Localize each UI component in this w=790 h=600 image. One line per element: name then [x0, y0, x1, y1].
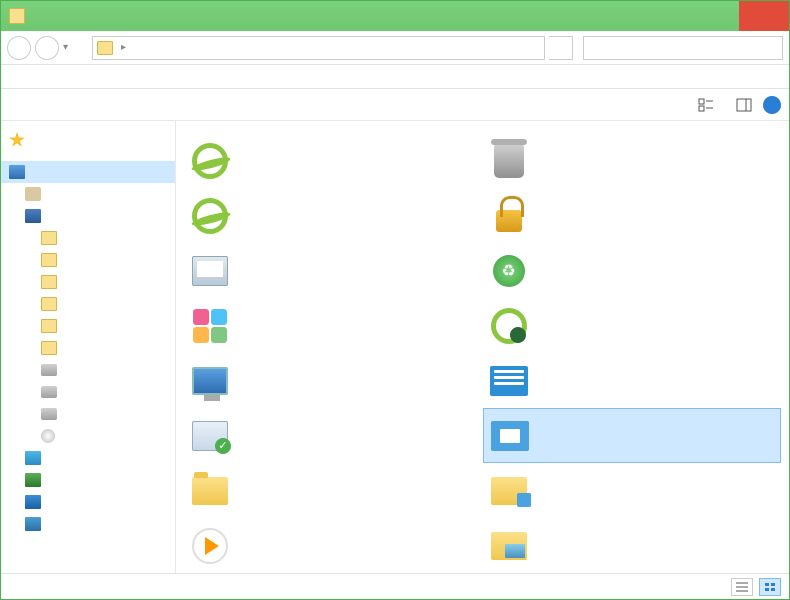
folder-icon — [41, 319, 57, 333]
control-panel-icon — [489, 361, 529, 401]
library-icon — [25, 451, 41, 465]
tree-this-pc[interactable] — [1, 205, 175, 227]
folder-icon — [41, 275, 57, 289]
tree-desktop[interactable] — [1, 161, 175, 183]
pc-icon — [25, 209, 41, 223]
window-controls — [649, 1, 789, 31]
help-button[interactable] — [763, 96, 781, 114]
view-large-icons-button[interactable] — [759, 578, 781, 596]
explorer-icon — [489, 471, 529, 511]
defaults-icon — [190, 416, 230, 456]
tree-desktop-folder[interactable] — [1, 337, 175, 359]
maximize-button[interactable] — [694, 1, 739, 31]
breadcrumb-separator: ▸ — [121, 42, 126, 53]
back-button[interactable] — [7, 36, 31, 60]
tree-libraries[interactable] — [1, 447, 175, 469]
item-pictures[interactable] — [483, 518, 782, 573]
view-options-button[interactable] — [697, 96, 715, 114]
folder-icon — [190, 471, 230, 511]
item-repair-360[interactable] — [184, 188, 483, 243]
star-icon — [9, 132, 25, 148]
window-icon — [9, 8, 25, 24]
colors-icon — [190, 306, 230, 346]
ie-green-icon — [190, 196, 230, 236]
tree-drive-e[interactable] — [1, 403, 175, 425]
pc-icon — [190, 361, 230, 401]
folder-icon — [41, 297, 57, 311]
tree-pictures[interactable] — [1, 249, 175, 271]
item-360-incognito[interactable] — [483, 298, 782, 353]
ie-incognito-icon — [489, 306, 529, 346]
item-wmp[interactable] — [184, 518, 483, 573]
tree-recycle-bin[interactable] — [1, 513, 175, 535]
tree-drive-d[interactable] — [1, 381, 175, 403]
desktop-icon — [9, 165, 25, 179]
view-details-button[interactable] — [731, 578, 753, 596]
folder-icon — [41, 253, 57, 267]
organize-button[interactable] — [9, 103, 25, 107]
item-uninstall[interactable] — [483, 133, 782, 188]
refresh-button[interactable] — [549, 36, 573, 60]
search-input[interactable] — [590, 41, 776, 55]
ie-green-icon — [190, 141, 230, 181]
command-bar — [1, 89, 789, 121]
tree-control-panel[interactable] — [1, 491, 175, 513]
tree-dvd[interactable] — [1, 425, 175, 447]
forward-button[interactable] — [35, 36, 59, 60]
tree-documents[interactable] — [1, 271, 175, 293]
item-this-pc[interactable] — [184, 353, 483, 408]
network-icon — [25, 473, 41, 487]
item-grid: ♻ — [184, 133, 781, 573]
status-bar — [1, 573, 789, 599]
drive-icon — [41, 386, 57, 398]
item-embedded-lockdown[interactable] — [483, 188, 782, 243]
content-area[interactable]: ♻ — [176, 121, 789, 573]
item-task-manager[interactable] — [184, 243, 483, 298]
item-desktop[interactable] — [483, 408, 782, 463]
recent-dropdown-icon[interactable]: ▾ — [63, 42, 68, 53]
tree-network[interactable] — [1, 469, 175, 491]
minimize-button[interactable] — [649, 1, 694, 31]
item-360-software-manager[interactable] — [184, 298, 483, 353]
pictures-folder-icon — [489, 526, 529, 566]
user-icon — [25, 187, 41, 201]
search-box[interactable] — [583, 36, 783, 60]
item-file-explorer[interactable] — [483, 463, 782, 518]
drive-icon — [41, 408, 57, 420]
folder-icon — [41, 341, 57, 355]
item-uninstall-360-browser[interactable]: ♻ — [483, 243, 782, 298]
navigation-bar: ▾ ▸ — [1, 31, 789, 65]
desktop-tile-icon — [490, 416, 530, 456]
folder-icon — [97, 41, 113, 55]
tree-favorites[interactable] — [1, 129, 175, 151]
menu-bar — [1, 65, 789, 89]
preview-pane-button[interactable] — [735, 96, 753, 114]
tree-administrator[interactable] — [1, 183, 175, 205]
navigation-tree[interactable] — [1, 121, 176, 573]
control-panel-icon — [25, 495, 41, 509]
titlebar[interactable] — [1, 1, 789, 31]
trash-icon — [489, 141, 529, 181]
tree-videos[interactable] — [1, 227, 175, 249]
lock-icon — [489, 196, 529, 236]
tree-drive-c[interactable] — [1, 359, 175, 381]
recycle-icon: ♻ — [489, 251, 529, 291]
item-control-panel[interactable] — [483, 353, 782, 408]
taskmgr-icon — [190, 251, 230, 291]
folder-icon — [41, 231, 57, 245]
tree-music[interactable] — [1, 315, 175, 337]
item-documents[interactable] — [184, 463, 483, 518]
dvd-icon — [41, 429, 55, 443]
explorer-window: ▾ ▸ — [0, 0, 790, 600]
address-bar[interactable]: ▸ — [92, 36, 545, 60]
wmp-icon — [190, 526, 230, 566]
close-button[interactable] — [739, 1, 789, 31]
item-360-browser[interactable] — [184, 133, 483, 188]
recycle-icon — [25, 517, 41, 531]
item-default-programs[interactable] — [184, 408, 483, 463]
body: ♻ — [1, 121, 789, 573]
drive-icon — [41, 364, 57, 376]
tree-downloads[interactable] — [1, 293, 175, 315]
